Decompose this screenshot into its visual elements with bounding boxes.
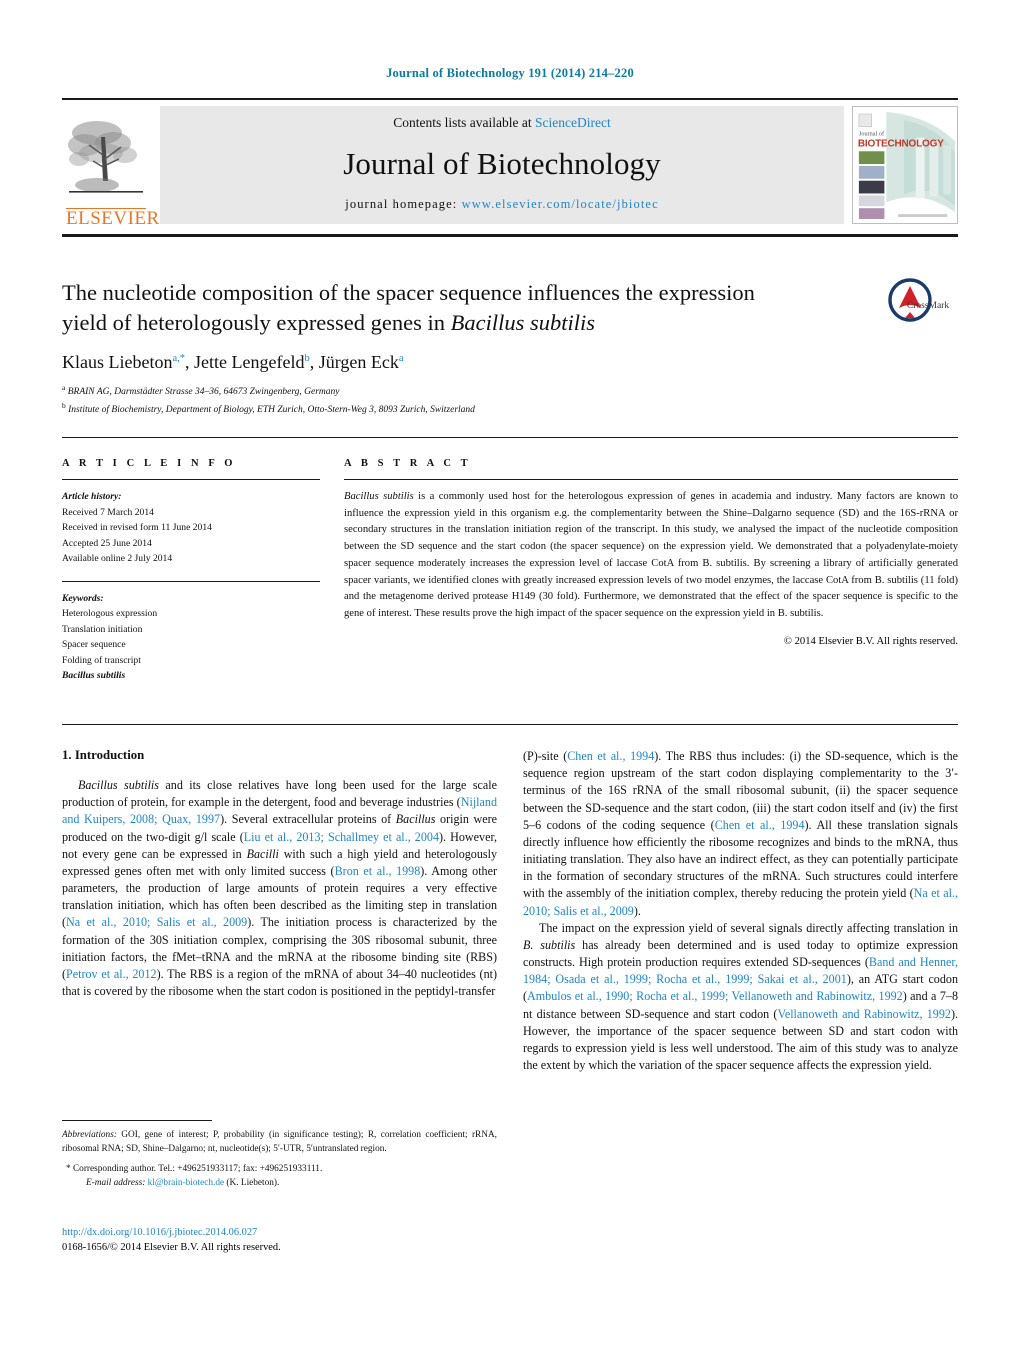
contents-available-line: Contents lists available at ScienceDirec…: [393, 115, 610, 131]
article-info-column: A R T I C L E I N F O Article history: R…: [62, 458, 320, 684]
abbreviations-note: Abbreviations: GOI, gene of interest; P,…: [62, 1128, 497, 1157]
title-bottom-rule: [62, 437, 958, 438]
body-columns: 1. Introduction Bacillus subtilis and it…: [62, 748, 958, 1074]
title-text: The nucleotide composition of the spacer…: [62, 280, 755, 335]
article-history-block: Article history: Received 7 March 2014 R…: [62, 479, 320, 567]
doi-link[interactable]: http://dx.doi.org/10.1016/j.jbiotec.2014…: [62, 1225, 502, 1240]
abstract-column: A B S T R A C T Bacillus subtilis is a c…: [344, 458, 958, 684]
affiliation-b-text: Institute of Biochemistry, Department of…: [68, 404, 475, 415]
homepage-label: journal homepage:: [345, 197, 458, 211]
keywords-block: Keywords: Heterologous expression Transl…: [62, 580, 320, 684]
homepage-url-link[interactable]: www.elsevier.com/locate/jbiotec: [462, 197, 659, 211]
keyword-3: Folding of transcript: [62, 654, 141, 666]
email-link[interactable]: kl@brain-biotech.de: [148, 1178, 224, 1188]
email-suffix: (K. Liebeton).: [224, 1178, 280, 1189]
journal-title: Journal of Biotechnology: [343, 146, 661, 181]
title-species: Bacillus subtilis: [450, 309, 596, 335]
body-column-right: (P)-site (Chen et al., 1994). The RBS th…: [523, 748, 958, 1074]
keyword-4: Bacillus subtilis: [62, 670, 126, 682]
intro-paragraph-1-part-left: Bacillus subtilis and its close relative…: [62, 778, 498, 999]
history-item-3: Available online 2 July 2014: [62, 553, 173, 565]
corresponding-author-note: * Corresponding author. Tel.: +496251933…: [62, 1162, 497, 1176]
corresponding-text: Corresponding author. Tel.: +49625193311…: [72, 1163, 323, 1174]
body-column-left: 1. Introduction Bacillus subtilis and it…: [62, 748, 497, 1074]
journal-homepage-line: journal homepage: www.elsevier.com/locat…: [345, 197, 658, 212]
intro-paragraph-2: The impact on the expression yield of se…: [523, 920, 958, 1073]
author-1-sup: b: [304, 353, 310, 365]
page-title: The nucleotide composition of the spacer…: [62, 278, 782, 337]
keyword-1: Translation initiation: [62, 623, 143, 635]
article-history-label: Article history:: [62, 491, 122, 502]
crossmark-icon[interactable]: [888, 278, 932, 322]
affiliations: a BRAIN AG, Darmstädter Strasse 34–36, 6…: [62, 382, 958, 417]
intro-paragraph-1-part-right: (P)-site (Chen et al., 1994). The RBS th…: [523, 749, 959, 918]
history-item-0: Received 7 March 2014: [62, 506, 154, 518]
corresponding-marker: *: [66, 1163, 71, 1174]
title-block: CrossMark The nucleotide composition of …: [62, 278, 958, 417]
svg-text:Journal of: Journal of: [859, 131, 885, 138]
affiliation-b: b Institute of Biochemistry, Department …: [62, 400, 958, 417]
section-heading-introduction: 1. Introduction: [62, 748, 497, 763]
affiliation-a-text: BRAIN AG, Darmstädter Strasse 34–36, 646…: [67, 387, 340, 398]
journal-cover-thumbnail: Journal of BIOTECHNOLOGY: [852, 106, 958, 224]
affiliation-b-marker: b: [62, 400, 66, 410]
doi-block: http://dx.doi.org/10.1016/j.jbiotec.2014…: [62, 1225, 502, 1256]
abstract-body: Bacillus subtilis is a commonly used hos…: [344, 489, 958, 623]
article-info-heading: A R T I C L E I N F O: [62, 458, 237, 469]
crossmark-label: CrossMark: [906, 301, 950, 311]
abstract-lead-species: Bacillus subtilis: [344, 491, 414, 502]
section-title: Introduction: [74, 748, 145, 762]
abstract-copyright: © 2014 Elsevier B.V. All rights reserved…: [783, 635, 958, 647]
svg-text:BIOTECHNOLOGY: BIOTECHNOLOGY: [858, 138, 944, 149]
masthead-center-panel: Contents lists available at ScienceDirec…: [160, 106, 844, 224]
elsevier-wordmark: ELSEVIER: [66, 208, 160, 230]
abbreviations-label: Abbreviations:: [62, 1130, 117, 1140]
history-item-2: Accepted 25 June 2014: [62, 537, 152, 549]
keyword-2: Spacer sequence: [62, 639, 126, 651]
author-0[interactable]: Klaus Liebeton: [62, 352, 172, 372]
author-1[interactable]: Jette Lengefeld: [194, 352, 304, 372]
running-head: Journal of Biotechnology 191 (2014) 214–…: [386, 66, 634, 80]
affiliation-a: a BRAIN AG, Darmstädter Strasse 34–36, 6…: [62, 382, 958, 399]
journal-masthead: ELSEVIER Contents lists available at Sci…: [62, 98, 958, 230]
abbreviations-text: GOI, gene of interest; P, probability (i…: [62, 1130, 497, 1155]
email-label: E-mail address:: [86, 1178, 146, 1189]
abstract-bottom-rule: [62, 724, 958, 725]
keywords-label: Keywords:: [62, 592, 104, 604]
elsevier-logo: ELSEVIER: [62, 100, 160, 230]
email-note: E-mail address: kl@brain-biotech.de (K. …: [62, 1176, 497, 1190]
abstract-body-wrap: Bacillus subtilis is a commonly used hos…: [344, 479, 958, 647]
crossmark-badge[interactable]: CrossMark: [862, 278, 958, 322]
affiliation-a-marker: a: [62, 383, 66, 393]
info-abstract-row: A R T I C L E I N F O Article history: R…: [62, 458, 958, 684]
keyword-0: Heterologous expression: [62, 608, 158, 620]
abstract-heading: A B S T R A C T: [344, 458, 472, 469]
author-2-sup: a: [398, 353, 404, 365]
author-2[interactable]: Jürgen Eck: [319, 352, 399, 372]
author-0-sup: a,*: [172, 353, 186, 365]
abstract-text: is a commonly used host for the heterolo…: [344, 491, 958, 620]
footnote-divider: [62, 1120, 212, 1121]
contents-prefix: Contents lists available at: [393, 115, 535, 130]
paper-page: Journal of Biotechnology 191 (2014) 214–…: [0, 0, 1020, 1351]
section-number: 1.: [62, 748, 72, 762]
elsevier-tree-icon: [68, 121, 143, 194]
cover-art: Journal of BIOTECHNOLOGY: [853, 108, 957, 223]
footnotes-block: Abbreviations: GOI, gene of interest; P,…: [62, 1128, 497, 1191]
sciencedirect-link[interactable]: ScienceDirect: [535, 115, 611, 130]
masthead-bottom-rule: [62, 234, 958, 237]
issn-copyright-line: 0168-1656/© 2014 Elsevier B.V. All right…: [62, 1242, 281, 1254]
history-item-1: Received in revised form 11 June 2014: [62, 522, 212, 534]
author-list: Klaus Liebetona,*, Jette Lengefeldb, Jür…: [62, 352, 404, 373]
